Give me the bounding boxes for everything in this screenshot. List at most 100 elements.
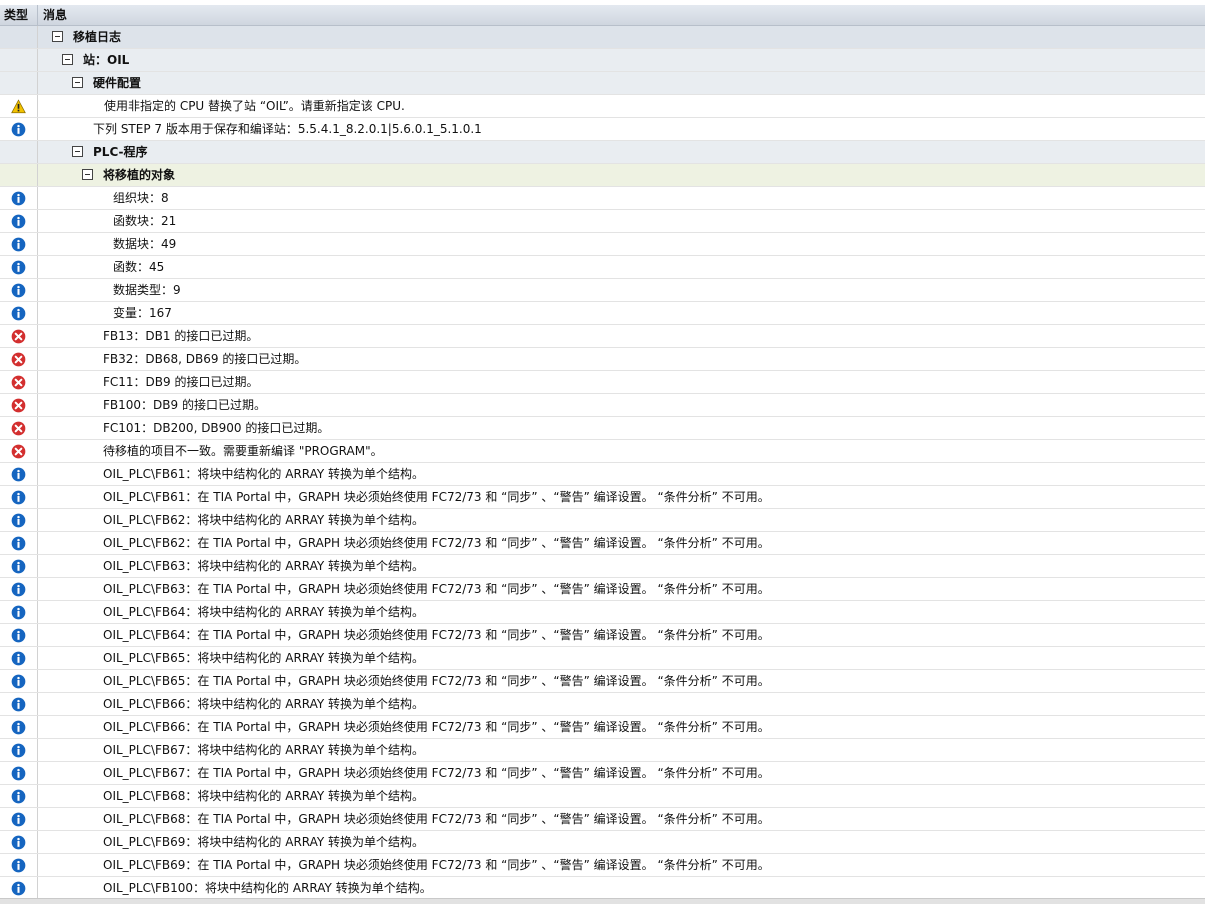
collapse-toggle-icon[interactable] [62, 54, 73, 65]
info-icon [11, 858, 26, 873]
message-row[interactable]: OIL_PLC\FB69：将块中结构化的 ARRAY 转换为单个结构。 [0, 831, 1205, 854]
message-text: 函数：45 [113, 260, 165, 274]
info-icon [11, 789, 26, 804]
message-text: 待移植的项目不一致。需要重新编译 "PROGRAM"。 [103, 444, 383, 458]
type-cell [0, 716, 38, 738]
message-row[interactable]: FC101：DB200, DB900 的接口已过期。 [0, 417, 1205, 440]
type-cell [0, 854, 38, 876]
info-icon [11, 812, 26, 827]
message-row[interactable]: FB13：DB1 的接口已过期。 [0, 325, 1205, 348]
message-row[interactable]: OIL_PLC\FB62：将块中结构化的 ARRAY 转换为单个结构。 [0, 509, 1205, 532]
info-icon [11, 559, 26, 574]
type-cell [0, 532, 38, 554]
collapse-toggle-icon[interactable] [52, 31, 63, 42]
horizontal-scrollbar[interactable] [0, 898, 1205, 904]
collapse-toggle-icon[interactable] [72, 146, 83, 157]
type-cell [0, 233, 38, 255]
message-text: OIL_PLC\FB61：将块中结构化的 ARRAY 转换为单个结构。 [103, 467, 425, 481]
message-row[interactable]: OIL_PLC\FB63：在 TIA Portal 中，GRAPH 块必须始终使… [0, 578, 1205, 601]
group-label: 站：OIL [83, 53, 130, 67]
type-cell [0, 348, 38, 370]
tree-group-row[interactable]: PLC-程序 [0, 141, 1205, 164]
type-cell [0, 601, 38, 623]
message-row[interactable]: 使用非指定的 CPU 替换了站 “OIL”。请重新指定该 CPU. [0, 95, 1205, 118]
message-text: OIL_PLC\FB67：在 TIA Portal 中，GRAPH 块必须始终使… [103, 766, 770, 780]
message-text: OIL_PLC\FB100：将块中结构化的 ARRAY 转换为单个结构。 [103, 881, 432, 895]
message-row[interactable]: 变量：167 [0, 302, 1205, 325]
error-icon [11, 398, 26, 413]
type-cell [0, 808, 38, 830]
info-icon [11, 651, 26, 666]
message-text: OIL_PLC\FB69：将块中结构化的 ARRAY 转换为单个结构。 [103, 835, 425, 849]
collapse-toggle-icon[interactable] [82, 169, 93, 180]
type-cell [0, 187, 38, 209]
message-row[interactable]: OIL_PLC\FB67：将块中结构化的 ARRAY 转换为单个结构。 [0, 739, 1205, 762]
type-cell [0, 486, 38, 508]
message-row[interactable]: OIL_PLC\FB69：在 TIA Portal 中，GRAPH 块必须始终使… [0, 854, 1205, 877]
type-cell [0, 256, 38, 278]
info-icon [11, 122, 26, 137]
error-icon [11, 329, 26, 344]
info-icon [11, 720, 26, 735]
message-text: OIL_PLC\FB68：在 TIA Portal 中，GRAPH 块必须始终使… [103, 812, 770, 826]
message-row[interactable]: OIL_PLC\FB63：将块中结构化的 ARRAY 转换为单个结构。 [0, 555, 1205, 578]
type-cell [0, 141, 38, 163]
message-row[interactable]: OIL_PLC\FB66：在 TIA Portal 中，GRAPH 块必须始终使… [0, 716, 1205, 739]
message-text: OIL_PLC\FB62：将块中结构化的 ARRAY 转换为单个结构。 [103, 513, 425, 527]
message-row[interactable]: FB100：DB9 的接口已过期。 [0, 394, 1205, 417]
message-row[interactable]: 函数：45 [0, 256, 1205, 279]
type-cell [0, 95, 38, 117]
message-row[interactable]: OIL_PLC\FB100：将块中结构化的 ARRAY 转换为单个结构。 [0, 877, 1205, 900]
message-text: 变量：167 [113, 306, 172, 320]
tree-group-row[interactable]: 移植日志 [0, 26, 1205, 49]
error-icon [11, 421, 26, 436]
group-label: PLC-程序 [93, 145, 148, 159]
message-text: OIL_PLC\FB66：在 TIA Portal 中，GRAPH 块必须始终使… [103, 720, 770, 734]
message-row[interactable]: OIL_PLC\FB62：在 TIA Portal 中，GRAPH 块必须始终使… [0, 532, 1205, 555]
group-label: 将移植的对象 [103, 168, 176, 182]
message-row[interactable]: OIL_PLC\FB61：将块中结构化的 ARRAY 转换为单个结构。 [0, 463, 1205, 486]
type-cell [0, 26, 38, 48]
type-cell [0, 739, 38, 761]
message-row[interactable]: 函数块：21 [0, 210, 1205, 233]
message-text: 函数块：21 [113, 214, 177, 228]
tree-group-row[interactable]: 硬件配置 [0, 72, 1205, 95]
message-row[interactable]: FC11：DB9 的接口已过期。 [0, 371, 1205, 394]
info-icon [11, 674, 26, 689]
group-label: 硬件配置 [93, 76, 142, 90]
info-icon [11, 260, 26, 275]
message-row[interactable]: OIL_PLC\FB68：将块中结构化的 ARRAY 转换为单个结构。 [0, 785, 1205, 808]
info-icon [11, 283, 26, 298]
type-cell [0, 325, 38, 347]
type-cell [0, 624, 38, 646]
message-row[interactable]: OIL_PLC\FB64：将块中结构化的 ARRAY 转换为单个结构。 [0, 601, 1205, 624]
message-row[interactable]: 组织块：8 [0, 187, 1205, 210]
message-row[interactable]: OIL_PLC\FB65：在 TIA Portal 中，GRAPH 块必须始终使… [0, 670, 1205, 693]
message-row[interactable]: OIL_PLC\FB66：将块中结构化的 ARRAY 转换为单个结构。 [0, 693, 1205, 716]
message-row[interactable]: OIL_PLC\FB64：在 TIA Portal 中，GRAPH 块必须始终使… [0, 624, 1205, 647]
message-text: OIL_PLC\FB68：将块中结构化的 ARRAY 转换为单个结构。 [103, 789, 425, 803]
info-icon [11, 605, 26, 620]
column-header-type[interactable]: 类型 [0, 5, 38, 25]
message-row[interactable]: 下列 STEP 7 版本用于保存和编译站：5.5.4.1_8.2.0.1|5.6… [0, 118, 1205, 141]
message-row[interactable]: OIL_PLC\FB68：在 TIA Portal 中，GRAPH 块必须始终使… [0, 808, 1205, 831]
info-icon [11, 191, 26, 206]
tree-group-row[interactable]: 将移植的对象 [0, 164, 1205, 187]
info-icon [11, 536, 26, 551]
message-row[interactable]: 待移植的项目不一致。需要重新编译 "PROGRAM"。 [0, 440, 1205, 463]
type-cell [0, 440, 38, 462]
message-row[interactable]: OIL_PLC\FB61：在 TIA Portal 中，GRAPH 块必须始终使… [0, 486, 1205, 509]
message-row[interactable]: OIL_PLC\FB65：将块中结构化的 ARRAY 转换为单个结构。 [0, 647, 1205, 670]
message-text: 数据类型：9 [113, 283, 181, 297]
type-cell [0, 555, 38, 577]
message-text: FC101：DB200, DB900 的接口已过期。 [103, 421, 330, 435]
message-row[interactable]: FB32：DB68, DB69 的接口已过期。 [0, 348, 1205, 371]
tree-group-row[interactable]: 站：OIL [0, 49, 1205, 72]
message-row[interactable]: 数据块：49 [0, 233, 1205, 256]
collapse-toggle-icon[interactable] [72, 77, 83, 88]
column-header-message[interactable]: 消息 [43, 5, 67, 25]
type-cell [0, 49, 38, 71]
type-cell [0, 118, 38, 140]
message-row[interactable]: 数据类型：9 [0, 279, 1205, 302]
message-row[interactable]: OIL_PLC\FB67：在 TIA Portal 中，GRAPH 块必须始终使… [0, 762, 1205, 785]
